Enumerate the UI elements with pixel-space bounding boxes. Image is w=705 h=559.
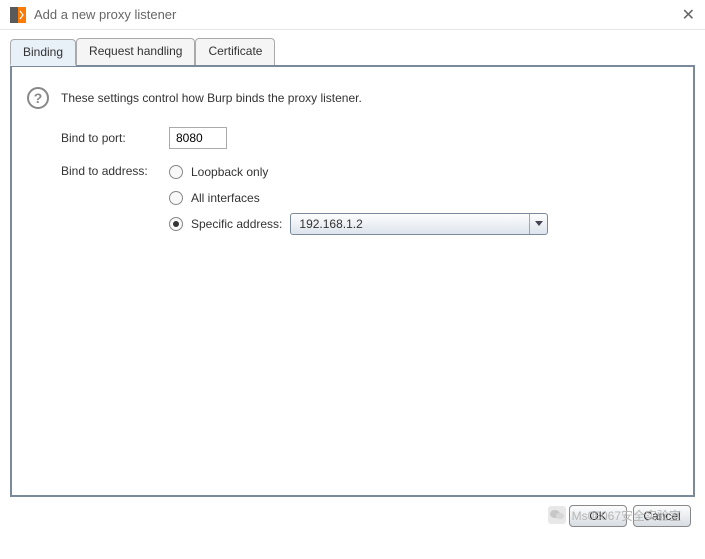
close-icon[interactable]: ✕ <box>682 5 695 25</box>
chevron-down-icon[interactable] <box>529 214 547 234</box>
port-input[interactable] <box>169 127 227 149</box>
tabs: Binding Request handling Certificate <box>10 38 695 67</box>
tab-binding[interactable]: Binding <box>10 39 76 66</box>
port-label: Bind to port: <box>61 131 169 145</box>
address-label: Bind to address: <box>61 159 169 178</box>
radio-loopback[interactable] <box>169 165 183 179</box>
help-icon[interactable]: ? <box>27 87 49 109</box>
app-icon <box>10 7 26 23</box>
radio-specific[interactable] <box>169 217 183 231</box>
watermark: Ms08067安全实验室 <box>548 506 681 524</box>
tab-request-handling[interactable]: Request handling <box>76 38 195 65</box>
specific-address-dropdown[interactable]: 192.168.1.2 <box>290 213 548 235</box>
tab-content: ? These settings control how Burp binds … <box>10 67 695 497</box>
radio-all[interactable] <box>169 191 183 205</box>
description-text: These settings control how Burp binds th… <box>61 91 362 105</box>
radio-specific-label: Specific address: <box>191 217 282 231</box>
titlebar: Add a new proxy listener ✕ <box>0 0 705 30</box>
watermark-text: Ms08067安全实验室 <box>572 507 681 524</box>
radio-all-label: All interfaces <box>191 191 260 205</box>
dropdown-value: 192.168.1.2 <box>291 217 529 231</box>
tab-certificate[interactable]: Certificate <box>195 38 275 65</box>
wechat-icon <box>548 506 566 524</box>
window-title: Add a new proxy listener <box>34 7 682 22</box>
radio-loopback-label: Loopback only <box>191 165 268 179</box>
